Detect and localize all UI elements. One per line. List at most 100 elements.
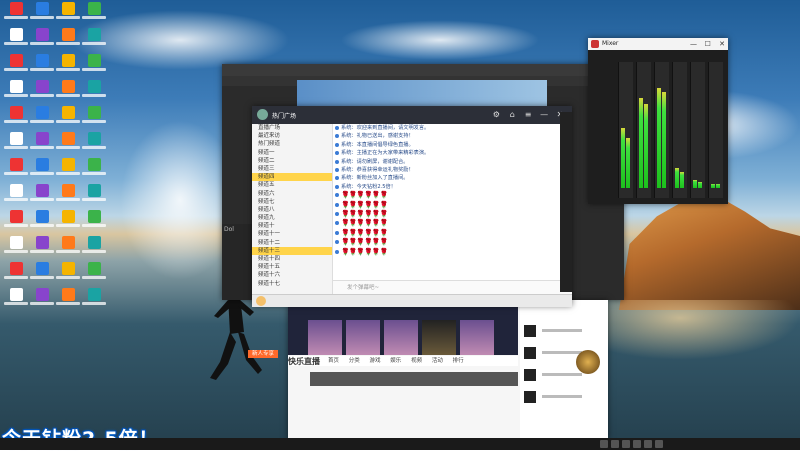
obs-scenes-panel[interactable]: Dol (222, 224, 252, 300)
desktop-app-icon[interactable] (82, 106, 106, 128)
desktop-app-icon[interactable] (56, 132, 80, 154)
desktop-app-icon[interactable] (56, 184, 80, 206)
desktop-app-icon[interactable] (56, 288, 80, 310)
live-thumbnail-row[interactable] (310, 372, 518, 386)
system-tray[interactable] (784, 438, 796, 450)
desktop-app-icon[interactable] (4, 288, 28, 310)
desktop-app-icon[interactable] (82, 2, 106, 24)
list-item[interactable] (520, 322, 608, 340)
stream-thumbnail[interactable] (422, 320, 456, 355)
sidebar-item[interactable]: 频道三 (252, 165, 332, 173)
desktop-app-icon[interactable] (82, 28, 106, 50)
sidebar-item[interactable]: 频道十六 (252, 271, 332, 279)
nav-item[interactable]: 活动 (432, 358, 443, 364)
tray-icon[interactable] (644, 440, 652, 448)
desktop-app-icon[interactable] (4, 132, 28, 154)
settings-icon[interactable]: ⚙ (490, 109, 502, 121)
avatar[interactable] (257, 109, 268, 120)
avatar[interactable] (256, 296, 266, 306)
mixer-channel-strip[interactable] (618, 62, 633, 198)
desktop-app-icon[interactable] (30, 2, 54, 24)
minimize-button[interactable]: — (688, 38, 700, 50)
desktop-app-icon[interactable] (30, 28, 54, 50)
avatar[interactable] (576, 350, 600, 374)
nav-item[interactable]: 排行 (453, 358, 464, 364)
sidebar-item[interactable]: 最近来访 (252, 132, 332, 140)
desktop-app-icon[interactable] (56, 236, 80, 258)
menu-icon[interactable]: ≡ (522, 109, 534, 121)
stream-thumbnail[interactable] (346, 320, 380, 355)
desktop-app-icon[interactable] (30, 158, 54, 180)
chat-channel-list[interactable]: 直播广场 最近来访 热门频道 频道一 频道二 频道三 频道四 频道五 频道六 频道七 频道八 频道九频… (252, 124, 333, 294)
desktop-app-icon[interactable] (4, 80, 28, 102)
mixer-window[interactable]: Mixer — ☐ ✕ (588, 38, 728, 204)
mixer-channel-strip[interactable] (690, 62, 705, 198)
desktop-app-icon[interactable] (30, 80, 54, 102)
chat-titlebar[interactable]: 热门广场 ⚙ ⌂ ≡ — ✕ (252, 106, 572, 124)
sidebar-item[interactable]: 频道十二 (252, 239, 332, 247)
desktop-app-icon[interactable] (4, 236, 28, 258)
nav-item[interactable]: 视频 (411, 358, 422, 364)
close-button[interactable]: ✕ (716, 38, 728, 50)
taskbar[interactable] (0, 438, 800, 450)
mixer-titlebar[interactable]: Mixer — ☐ ✕ (588, 38, 728, 50)
desktop-app-icon[interactable] (30, 184, 54, 206)
mixer-channel-strip[interactable] (654, 62, 669, 198)
tray-icon[interactable] (655, 440, 663, 448)
sidebar-item[interactable]: 频道七 (252, 198, 332, 206)
sidebar-item[interactable]: 频道九 (252, 214, 332, 222)
desktop-app-icon[interactable] (30, 262, 54, 284)
desktop-app-icon[interactable] (30, 54, 54, 76)
sidebar-item[interactable]: 频道四 (252, 173, 332, 182)
sidebar-item[interactable]: 频道八 (252, 206, 332, 214)
desktop-app-icon[interactable] (56, 54, 80, 76)
list-item[interactable] (520, 388, 608, 406)
desktop-app-icon[interactable] (4, 262, 28, 284)
minimize-icon[interactable]: — (538, 109, 550, 121)
desktop-app-icon[interactable] (82, 288, 106, 310)
desktop-app-icon[interactable] (4, 184, 28, 206)
desktop-app-icon[interactable] (56, 106, 80, 128)
stream-thumbnail[interactable] (384, 320, 418, 355)
desktop-app-icon[interactable] (82, 80, 106, 102)
desktop-app-icon[interactable] (82, 54, 106, 76)
stream-thumbnail[interactable] (308, 320, 342, 355)
sidebar-item[interactable]: 直播广场 (252, 124, 332, 132)
live-brand[interactable]: 快乐直播 (288, 356, 320, 367)
sidebar-item[interactable]: 频道十 (252, 222, 332, 230)
sidebar-item[interactable]: 频道五 (252, 181, 332, 189)
sidebar-item[interactable]: 频道十四 (252, 255, 332, 263)
live-client-window[interactable]: 首页 分类 游戏 娱乐 视频 活动 排行 快乐直播 (288, 300, 608, 440)
desktop-app-icon[interactable] (82, 132, 106, 154)
mixer-channel-strip[interactable] (636, 62, 651, 198)
promo-badge[interactable]: 新人专享 (248, 350, 279, 358)
desktop-app-icon[interactable] (82, 210, 106, 232)
chat-window[interactable]: 热门广场 ⚙ ⌂ ≡ — ✕ 直播广场最近来访热门频道频道一频道二频道三频道四频… (252, 106, 572, 307)
maximize-button[interactable]: ☐ (702, 38, 714, 50)
desktop-app-icon[interactable] (30, 236, 54, 258)
desktop-app-icon[interactable] (82, 262, 106, 284)
mixer-channel-strip[interactable] (672, 62, 687, 198)
desktop-app-icon[interactable] (82, 184, 106, 206)
desktop-app-icon[interactable] (4, 54, 28, 76)
nav-item[interactable]: 首页 (328, 358, 339, 364)
desktop-app-icon[interactable] (4, 28, 28, 50)
sidebar-item[interactable]: 频道一 (252, 149, 332, 157)
home-icon[interactable]: ⌂ (506, 109, 518, 121)
tray-icon[interactable] (622, 440, 630, 448)
desktop-app-icon[interactable] (56, 262, 80, 284)
desktop-app-icon[interactable] (30, 132, 54, 154)
obs-titlebar[interactable] (222, 64, 624, 76)
chat-input[interactable]: 发个弹幕吧~ (333, 280, 572, 294)
sidebar-item[interactable]: 频道十一 (252, 230, 332, 238)
desktop-app-icon[interactable] (30, 288, 54, 310)
sidebar-item[interactable]: 热门频道 (252, 140, 332, 148)
stream-thumbnail[interactable] (460, 320, 494, 355)
desktop-app-icon[interactable] (4, 2, 28, 24)
desktop-app-icon[interactable] (82, 236, 106, 258)
sidebar-item[interactable]: 频道十三 (252, 246, 332, 255)
desktop-app-icon[interactable] (56, 80, 80, 102)
live-thumbnail-strip[interactable] (288, 300, 518, 355)
tray-icon[interactable] (611, 440, 619, 448)
desktop-app-icon[interactable] (56, 158, 80, 180)
